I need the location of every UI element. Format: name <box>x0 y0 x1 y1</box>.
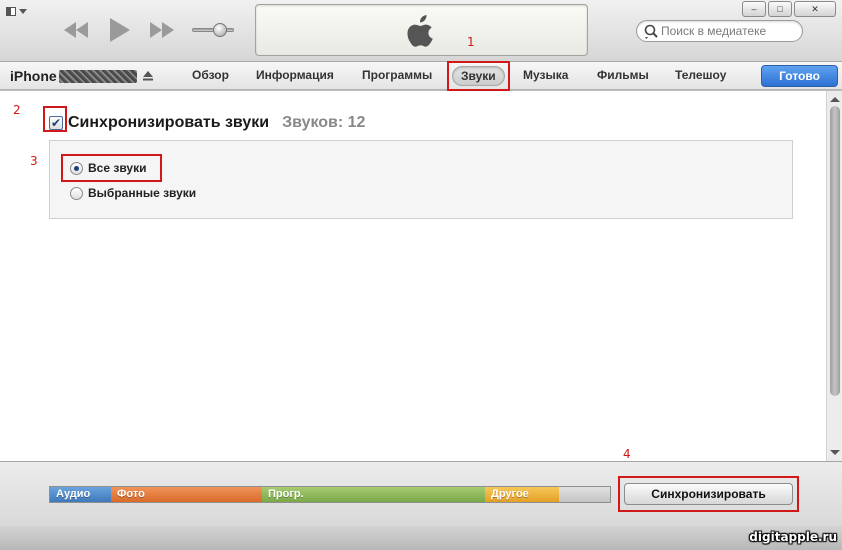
annotation-number-1: 1 <box>467 35 475 49</box>
annotation-number-2: 2 <box>13 103 21 117</box>
system-menu-icon[interactable] <box>6 4 30 18</box>
play-button[interactable] <box>104 16 134 44</box>
search-field[interactable] <box>636 20 803 42</box>
apple-logo-icon <box>407 15 433 47</box>
scroll-up-arrow-icon[interactable] <box>830 97 840 102</box>
volume-slider[interactable] <box>192 23 234 37</box>
radio-selected-tones-label: Выбранные звуки <box>88 186 197 200</box>
eject-icon[interactable] <box>142 70 154 82</box>
tones-count: Звуков: 12 <box>282 114 366 131</box>
close-button[interactable]: ✕ <box>794 1 836 17</box>
capacity-segment-other: Другое <box>485 487 559 502</box>
previous-button[interactable] <box>60 16 92 44</box>
next-icon <box>150 22 174 38</box>
tab-info[interactable]: Информация <box>256 68 334 84</box>
next-button[interactable] <box>146 16 178 44</box>
tab-music[interactable]: Музыка <box>523 68 568 84</box>
radio-selected-tones[interactable]: Выбранные звуки <box>70 184 196 202</box>
status-display <box>255 4 588 56</box>
tab-movies[interactable]: Фильмы <box>597 68 649 84</box>
search-icon <box>644 24 658 39</box>
device-tab-bar: iPhone Обзор Информация Программы Звуки … <box>0 62 842 90</box>
tones-panel: ✔ Синхронизировать звуки Звуков: 12 Все … <box>0 91 826 461</box>
annotation-box-sync-button <box>618 476 799 512</box>
play-icon <box>110 18 130 42</box>
scroll-thumb[interactable] <box>830 106 840 396</box>
annotation-box-tab <box>447 61 510 91</box>
annotation-number-4: 4 <box>623 447 631 461</box>
tab-apps[interactable]: Программы <box>362 68 432 84</box>
toolbar: – □ ✕ <box>0 0 842 62</box>
tab-overview[interactable]: Обзор <box>192 68 229 84</box>
radio-button[interactable] <box>70 186 83 200</box>
done-button[interactable]: Готово <box>761 65 838 87</box>
device-name-redacted <box>58 69 137 83</box>
device-name: iPhone <box>10 68 57 84</box>
status-bar: digitapple.ru <box>0 526 842 550</box>
capacity-segment-free <box>559 487 610 502</box>
watermark: digitapple.ru <box>749 530 837 544</box>
maximize-button[interactable]: □ <box>768 1 792 17</box>
capacity-segment-apps: Прогр. <box>262 487 485 502</box>
capacity-segment-audio: Аудио <box>50 487 111 502</box>
volume-knob[interactable] <box>213 23 227 37</box>
capacity-bar[interactable]: Аудио Фото Прогр. Другое <box>49 486 611 503</box>
capacity-segment-photo: Фото <box>111 487 262 502</box>
device-selector[interactable]: iPhone <box>10 67 154 85</box>
tab-tv-shows[interactable]: Телешоу <box>675 68 726 84</box>
scroll-down-arrow-icon[interactable] <box>830 450 840 455</box>
minimize-button[interactable]: – <box>742 1 766 17</box>
search-input[interactable] <box>661 24 796 38</box>
annotation-box-checkbox <box>43 106 67 132</box>
annotation-number-3: 3 <box>30 154 38 168</box>
sync-tones-label: Синхронизировать звуки <box>68 114 270 131</box>
window-controls: – □ ✕ <box>742 1 836 17</box>
vertical-scrollbar[interactable] <box>826 91 842 461</box>
previous-icon <box>64 22 88 38</box>
annotation-box-radio <box>61 154 162 182</box>
sync-tones-row: ✔ Синхронизировать звуки Звуков: 12 <box>49 113 365 133</box>
